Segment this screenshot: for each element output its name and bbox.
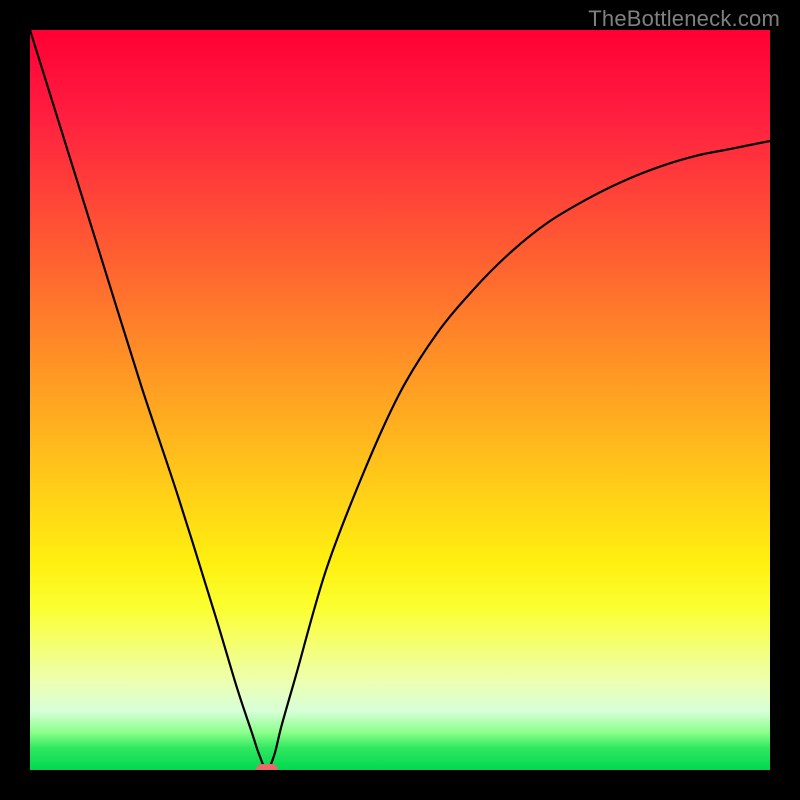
chart-plot-area — [30, 30, 770, 770]
optimal-point-marker — [256, 764, 278, 770]
watermark-text: TheBottleneck.com — [588, 6, 780, 32]
bottleneck-curve — [30, 30, 770, 770]
